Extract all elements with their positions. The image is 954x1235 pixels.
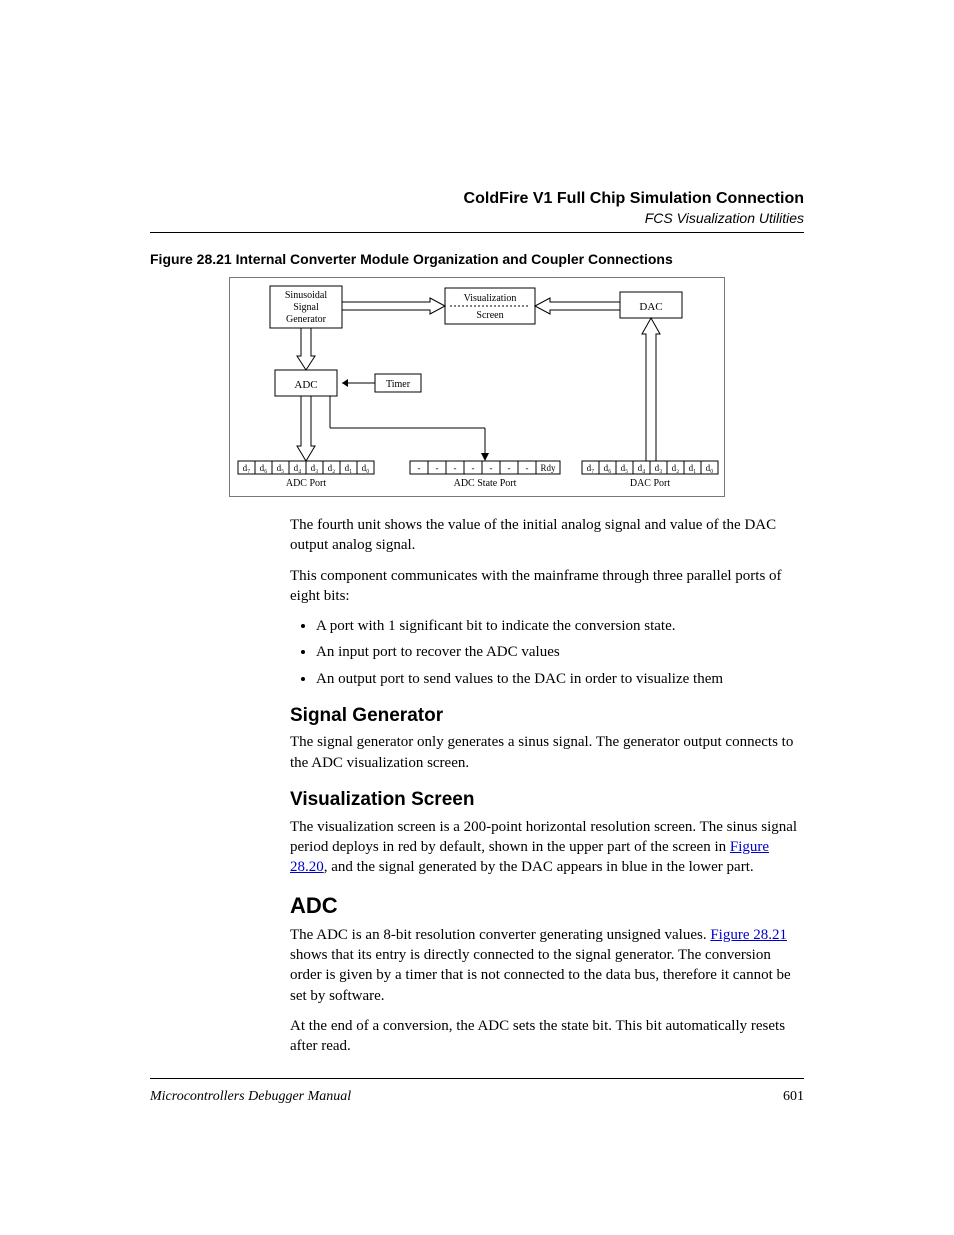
section-signal-generator-title: Signal Generator <box>290 703 804 729</box>
chapter-subtitle: FCS Visualization Utilities <box>150 210 804 226</box>
footer-title: Microcontrollers Debugger Manual <box>150 1089 351 1105</box>
footer-rule <box>150 1078 804 1079</box>
svg-text:d₃: d₃ <box>655 463 663 473</box>
svg-text:d₀: d₀ <box>706 463 714 473</box>
svg-text:d₆: d₆ <box>260 463 268 473</box>
svg-text:-: - <box>472 463 475 473</box>
svg-text:-: - <box>490 463 493 473</box>
list-item: A port with 1 significant bit to indicat… <box>316 616 804 636</box>
figure-caption: Figure 28.21 Internal Converter Module O… <box>150 251 804 267</box>
viz-l2: Screen <box>476 310 503 321</box>
header-rule <box>150 232 804 233</box>
section-adc-title: ADC <box>290 891 804 921</box>
viz-l1: Visualization <box>464 293 517 304</box>
svg-text:d₄: d₄ <box>294 463 302 473</box>
para-1: The fourth unit shows the value of the i… <box>290 515 804 556</box>
svg-text:d₅: d₅ <box>277 463 285 473</box>
list-item: An output port to send values to the DAC… <box>316 669 804 689</box>
svg-text:d₆: d₆ <box>604 463 612 473</box>
svg-text:d₁: d₁ <box>689 463 697 473</box>
list-item: An input port to recover the ADC values <box>316 642 804 662</box>
svg-text:-: - <box>418 463 421 473</box>
svg-text:d₃: d₃ <box>311 463 319 473</box>
bullet-list: A port with 1 significant bit to indicat… <box>316 616 804 689</box>
state-port-label: ADC State Port <box>454 478 517 489</box>
timer-box: Timer <box>386 379 411 390</box>
section-visualization-body: The visualization screen is a 200-point … <box>290 817 804 878</box>
svg-text:-: - <box>454 463 457 473</box>
svg-text:-: - <box>436 463 439 473</box>
svg-text:d₇: d₇ <box>243 463 251 473</box>
figure-diagram: Sinusoidal Signal Generator Visualizatio… <box>229 277 725 497</box>
dac-port-row: d₇ d₆ d₅ d₄ d₃ d₂ d₁ d₀ <box>582 461 718 474</box>
page-footer: Microcontrollers Debugger Manual 601 <box>150 1078 804 1105</box>
svg-text:d₄: d₄ <box>638 463 646 473</box>
adc-port-label: ADC Port <box>286 478 327 489</box>
state-port-row: - - - - - - - Rdy <box>410 461 560 474</box>
svg-text:d₇: d₇ <box>587 463 595 473</box>
svg-text:d₂: d₂ <box>672 463 680 473</box>
dac-port-label: DAC Port <box>630 478 671 489</box>
svg-text:d₅: d₅ <box>621 463 629 473</box>
dac-box: DAC <box>639 301 662 313</box>
svg-text:d₂: d₂ <box>328 463 336 473</box>
svg-text:d₁: d₁ <box>345 463 353 473</box>
svg-text:d₀: d₀ <box>362 463 370 473</box>
chapter-title: ColdFire V1 Full Chip Simulation Connect… <box>150 190 804 208</box>
adc-box: ADC <box>294 379 317 391</box>
section-signal-generator-body: The signal generator only generates a si… <box>290 732 804 773</box>
body-content: The fourth unit shows the value of the i… <box>290 515 804 1056</box>
adc-port-row: d₇ d₆ d₅ d₄ d₃ d₂ d₁ d₀ <box>238 461 374 474</box>
siggen-l3: Generator <box>286 314 327 325</box>
svg-text:Rdy: Rdy <box>540 463 556 473</box>
section-adc-body-1: The ADC is an 8-bit resolution converter… <box>290 925 804 1006</box>
svg-text:-: - <box>526 463 529 473</box>
section-adc-body-2: At the end of a conversion, the ADC sets… <box>290 1016 804 1057</box>
svg-text:-: - <box>508 463 511 473</box>
siggen-l2: Signal <box>293 302 319 313</box>
page-header: ColdFire V1 Full Chip Simulation Connect… <box>150 190 804 226</box>
para-2: This component communicates with the mai… <box>290 566 804 607</box>
siggen-l1: Sinusoidal <box>285 290 327 301</box>
section-visualization-title: Visualization Screen <box>290 787 804 813</box>
figure-link-28-21[interactable]: Figure 28.21 <box>710 927 787 943</box>
page-number: 601 <box>783 1089 804 1105</box>
